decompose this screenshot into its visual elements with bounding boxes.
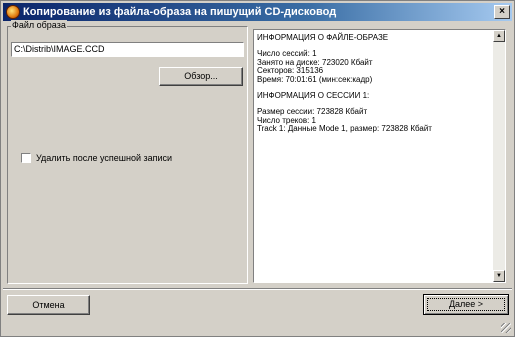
delete-after-write-option[interactable]: Удалить после успешной записи	[21, 152, 172, 163]
title-bar[interactable]: Копирование из файла-образа на пишущий C…	[3, 3, 512, 21]
resize-grip[interactable]	[501, 323, 511, 333]
info-line: Время: 70:01:61 (мин:сек:кадр)	[257, 74, 373, 84]
focus-rect	[427, 298, 505, 311]
delete-after-write-checkbox[interactable]	[21, 152, 31, 163]
app-icon	[6, 5, 20, 19]
dialog-window: Копирование из файла-образа на пишущий C…	[0, 0, 515, 337]
image-path-field[interactable]: C:\Distrib\IMAGE.CCD	[11, 42, 244, 57]
close-button[interactable]: ×	[494, 5, 510, 19]
delete-after-write-label: Удалить после успешной записи	[36, 152, 173, 163]
info-line: Track 1: Данные Mode 1, размер: 723828 К…	[257, 124, 432, 134]
scroll-down-button[interactable]: ▼	[493, 270, 505, 282]
browse-button[interactable]: Обзор...	[159, 67, 243, 86]
scroll-up-button[interactable]: ▲	[493, 30, 505, 42]
image-info-text: ИНФОРМАЦИЯ О ФАЙЛЕ-ОБРАЗЕ Число сессий: 1…	[257, 33, 493, 134]
image-file-group-label: Файл образа	[11, 20, 67, 30]
next-button[interactable]: Далее >	[423, 294, 509, 315]
info-line: ИНФОРМАЦИЯ О СЕССИИ 1:	[257, 91, 370, 101]
info-line: ИНФОРМАЦИЯ О ФАЙЛЕ-ОБРАЗЕ	[257, 33, 389, 42]
image-info-panel[interactable]: ИНФОРМАЦИЯ О ФАЙЛЕ-ОБРАЗЕ Число сессий: 1…	[253, 29, 506, 283]
cancel-button[interactable]: Отмена	[7, 295, 90, 315]
info-scrollbar[interactable]: ▲ ▼	[493, 30, 505, 282]
window-title: Копирование из файла-образа на пишущий C…	[23, 6, 337, 18]
separator	[3, 288, 512, 290]
